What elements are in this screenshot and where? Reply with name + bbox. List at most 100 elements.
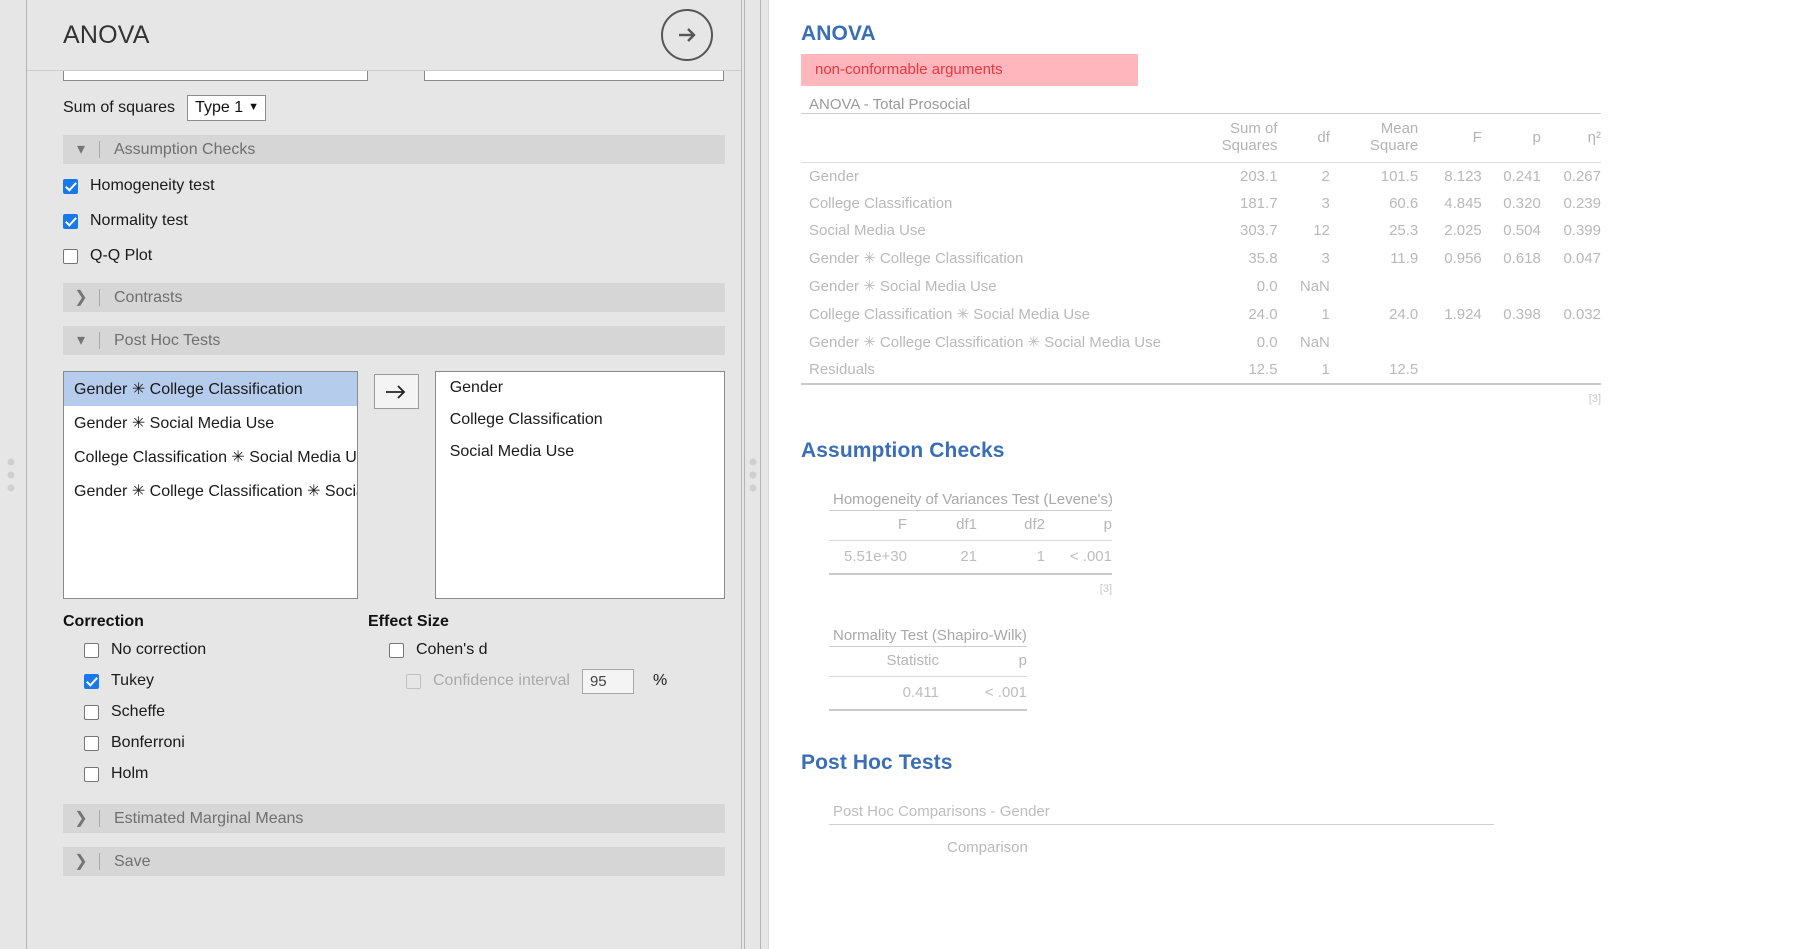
cell-term: Gender ✳ College Classification ✳ Social… <box>809 334 1161 351</box>
splitter-rule-right <box>760 0 761 949</box>
variable-box-right[interactable] <box>424 71 724 81</box>
cell-ms <box>1330 328 1418 356</box>
checkbox-box[interactable] <box>63 248 78 264</box>
list-item[interactable]: Gender ✳ College Classification ✳ Social… <box>64 474 357 508</box>
section-assumption-checks[interactable]: ▾ Assumption Checks <box>63 135 725 164</box>
correction-group: Correction No correction Tukey Scheffe B… <box>63 613 368 786</box>
list-item[interactable]: College Classification ✳ Social Media Us… <box>64 440 357 474</box>
splitter-grip[interactable] <box>749 458 757 491</box>
cell-term: Residuals <box>809 361 875 378</box>
table-row: 0.411 < .001 <box>829 677 1027 710</box>
cell-f: 5.51e+30 <box>844 548 907 565</box>
variable-boxes-row <box>27 71 741 81</box>
checkbox-box[interactable] <box>84 642 99 658</box>
correction-title: Correction <box>63 613 144 630</box>
section-post-hoc-tests[interactable]: ▾ Post Hoc Tests <box>63 326 725 355</box>
cell-eta: 0.047 <box>1563 249 1601 267</box>
results-panel: ANOVA non-conformable arguments ANOVA - … <box>768 0 1813 949</box>
checkbox-holm[interactable]: Holm <box>63 762 368 786</box>
cell-term: Gender <box>809 168 860 185</box>
cell-eta: 0.399 <box>1563 222 1601 239</box>
checkbox-box[interactable] <box>84 766 99 782</box>
cell-eta <box>1541 328 1601 356</box>
checkbox-homogeneity-test[interactable]: Homogeneity test <box>27 173 741 199</box>
post-hoc-title: Post Hoc Tests <box>801 751 953 774</box>
checkbox-box[interactable] <box>84 704 99 720</box>
section-contrasts[interactable]: ❯ Contrasts <box>63 283 725 312</box>
cell-f: 8.123 <box>1444 168 1482 185</box>
checkbox-label: Tukey <box>111 672 154 689</box>
checkbox-qq-plot[interactable]: Q-Q Plot <box>27 243 741 269</box>
table-row: Gender 203.1 2 101.5 8.123 0.241 0.267 <box>801 163 1601 191</box>
variable-box-left[interactable] <box>63 71 368 81</box>
checkbox-tukey[interactable]: Tukey <box>63 669 368 693</box>
anova-options-panel: ANOVA Sum of squares Type 1 ▼ ▾ Assumpti… <box>27 0 742 949</box>
table-row: Gender ✳ College Classification 35.8 3 1… <box>801 244 1601 272</box>
checkbox-box[interactable] <box>389 642 404 658</box>
confidence-interval-input[interactable]: 95 <box>581 668 634 694</box>
checkbox-confidence-interval[interactable]: Confidence interval 95 % <box>368 668 698 694</box>
post-hoc-available-list[interactable]: Gender ✳ College Classification Gender ✳… <box>63 371 359 599</box>
checkbox-normality-test[interactable]: Normality test <box>27 208 741 234</box>
assumption-checks-title: Assumption Checks <box>801 439 1005 462</box>
checkbox-box[interactable] <box>63 178 78 194</box>
percent-label: % <box>652 672 668 689</box>
cell-df: 1 <box>1321 305 1330 323</box>
cell-term: College Classification ✳ Social Media Us… <box>809 306 1091 323</box>
shapiro-bottom-rule <box>829 709 1027 711</box>
left-splitter[interactable] <box>0 0 27 949</box>
post-hoc-table-block: Post Hoc Comparisons - Gender Comparison <box>801 803 1773 856</box>
list-item[interactable]: Gender ✳ Social Media Use <box>64 406 357 440</box>
cell-f <box>1418 272 1482 300</box>
correction-effectsize-row: Correction No correction Tukey Scheffe B… <box>27 599 741 786</box>
checkbox-box[interactable] <box>406 673 421 689</box>
post-hoc-transfer: Gender ✳ College Classification Gender ✳… <box>27 355 741 599</box>
shapiro-block: Normality Test (Shapiro-Wilk) Statistic … <box>801 627 1773 711</box>
section-title: Save <box>114 852 151 870</box>
table-row: Residuals 12.5 1 12.5 <box>801 356 1601 383</box>
checkbox-cohens-d[interactable]: Cohen's d <box>368 638 698 662</box>
col-f: F <box>1472 128 1482 146</box>
chevron-right-icon: ❯ <box>74 288 88 306</box>
cell-df2: 1 <box>1036 548 1045 565</box>
splitter-grip[interactable] <box>7 458 15 491</box>
checkbox-box[interactable] <box>84 735 99 751</box>
cell-statistic: 0.411 <box>902 684 939 701</box>
cell-df: NaN <box>1299 333 1330 351</box>
checkbox-label: Q-Q Plot <box>90 247 153 264</box>
cell-ms: 60.6 <box>1389 195 1419 212</box>
shapiro-caption: Normality Test (Shapiro-Wilk) <box>833 627 1027 644</box>
list-item[interactable]: Gender ✳ College Classification <box>64 372 358 406</box>
cell-p: 0.320 <box>1503 195 1541 212</box>
arrow-right-circle-icon[interactable] <box>661 9 713 61</box>
checkbox-box[interactable] <box>63 213 78 229</box>
col-f: F <box>897 516 907 533</box>
sum-of-squares-label: Sum of squares <box>63 99 176 116</box>
section-estimated-marginal-means[interactable]: ❯ Estimated Marginal Means <box>63 804 725 833</box>
checkbox-label: Homogeneity test <box>90 177 215 194</box>
checkbox-bonferroni[interactable]: Bonferroni <box>63 731 368 755</box>
section-save[interactable]: ❯ Save <box>63 847 725 876</box>
list-item[interactable]: Gender <box>436 372 724 404</box>
cell-ms <box>1330 272 1418 300</box>
checkbox-label: Holm <box>111 765 149 782</box>
cell-term: Gender ✳ Social Media Use <box>809 278 997 295</box>
post-hoc-assigned-list[interactable]: Gender College Classification Social Med… <box>434 371 725 599</box>
checkbox-box[interactable] <box>84 673 99 689</box>
list-item[interactable]: Social Media Use <box>436 436 724 468</box>
checkbox-scheffe[interactable]: Scheffe <box>63 700 368 724</box>
list-item[interactable]: College Classification <box>436 404 724 436</box>
cell-term: Gender ✳ College Classification <box>809 250 1024 267</box>
transfer-right-button[interactable] <box>374 374 419 409</box>
cell-f: 1.924 <box>1444 305 1482 323</box>
sum-of-squares-select[interactable]: Type 1 ▼ <box>187 95 266 121</box>
levene-caption: Homogeneity of Variances Test (Levene's) <box>833 491 1113 508</box>
chevron-right-icon: ❯ <box>74 809 88 827</box>
assumption-checks-block: Assumption Checks Homogeneity of Varianc… <box>801 439 1773 711</box>
col-mean-square: Mean Square <box>1369 120 1419 154</box>
checkbox-no-correction[interactable]: No correction <box>63 638 368 662</box>
table-row: Gender ✳ College Classification ✳ Social… <box>801 328 1601 356</box>
sum-of-squares-row: Sum of squares Type 1 ▼ <box>27 81 741 121</box>
results-splitter[interactable] <box>742 0 768 949</box>
